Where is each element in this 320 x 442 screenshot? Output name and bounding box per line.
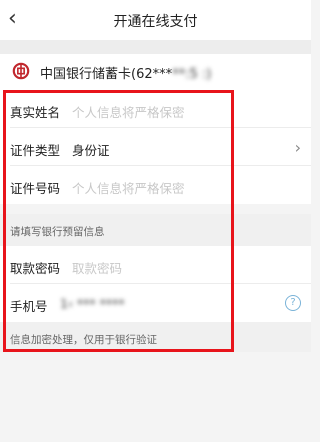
help-icon[interactable]: ? (285, 295, 301, 311)
real-name-input[interactable]: 个人信息将严格保密 (72, 102, 185, 121)
real-name-row[interactable]: 真实姓名 个人信息将严格保密 (0, 90, 311, 128)
nav-bar: ‹ 开通在线支付 (0, 0, 311, 40)
pin-input[interactable]: 取款密码 (72, 258, 122, 277)
chevron-right-icon[interactable]: › (295, 138, 301, 157)
bank-card-name: 中国银行储蓄卡(62*****:5 :) (40, 67, 212, 82)
id-number-row[interactable]: 证件号码 个人信息将严格保密 (0, 166, 311, 204)
real-name-label: 真实姓名 (10, 105, 61, 120)
page-title: 开通在线支付 (113, 14, 198, 30)
section-divider (0, 40, 311, 54)
reserved-info-text: 请填写银行预留信息 (10, 226, 105, 238)
empty-area (0, 352, 311, 442)
id-type-value[interactable]: 身份证 (72, 140, 110, 159)
phone-label: 手机号 (10, 299, 48, 314)
pin-row[interactable]: 取款密码 取款密码 (0, 246, 311, 284)
encryption-note-text: 信息加密处理，仅用于银行验证 (10, 334, 157, 346)
phone-input[interactable]: 1‹ *** **** (60, 296, 125, 311)
id-type-label: 证件类型 (10, 143, 61, 158)
bank-card-row[interactable]: 中国银行储蓄卡(62*****:5 :) (0, 54, 311, 90)
bank-of-china-logo-icon (12, 62, 30, 80)
id-number-input[interactable]: 个人信息将严格保密 (72, 178, 185, 197)
encryption-note: 信息加密处理，仅用于银行验证 (0, 322, 311, 352)
id-number-label: 证件号码 (10, 181, 61, 196)
masked-card-digits: **:5 :) (172, 67, 212, 82)
phone-row[interactable]: 手机号 1‹ *** **** ? (0, 284, 311, 322)
id-type-row[interactable]: 证件类型 身份证 › (0, 128, 311, 166)
pin-label: 取款密码 (10, 261, 61, 276)
reserved-info-hint: 请填写银行预留信息 (0, 214, 311, 246)
